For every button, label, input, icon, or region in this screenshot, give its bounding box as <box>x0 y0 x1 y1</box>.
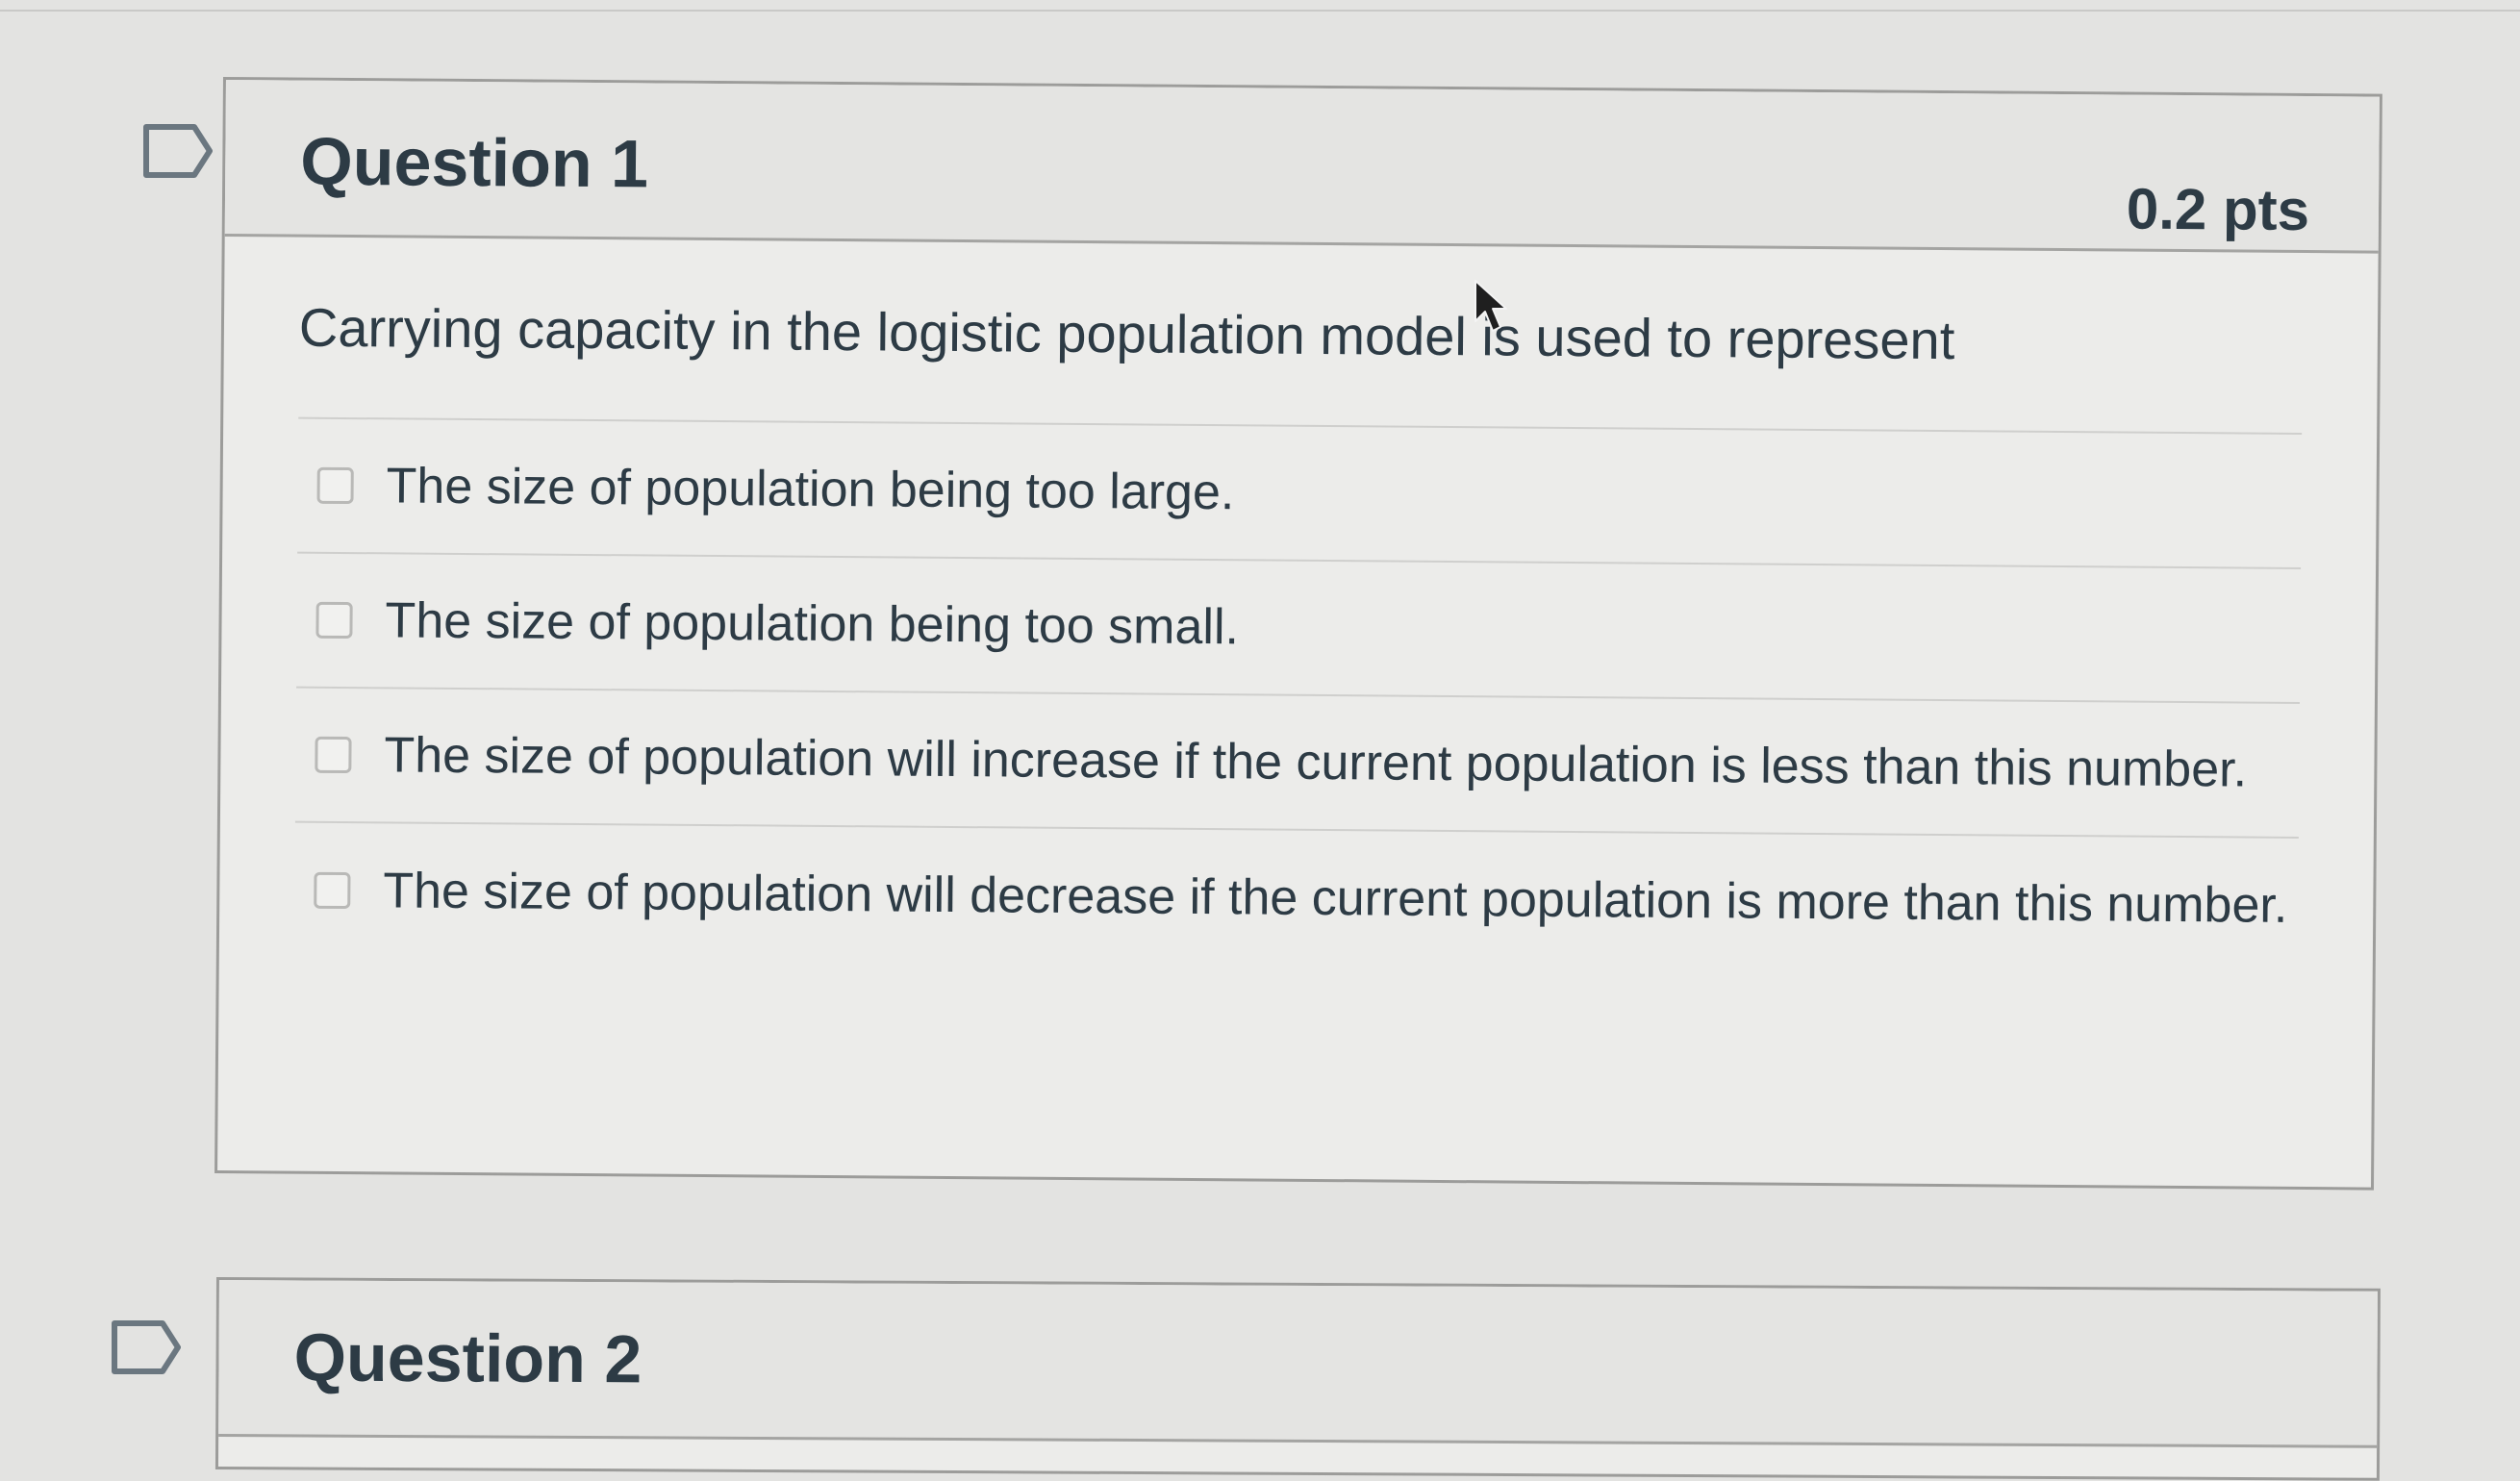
answer-checkbox[interactable] <box>314 871 351 910</box>
answer-checkbox[interactable] <box>315 736 352 774</box>
answer-label[interactable]: The size of population will increase if … <box>384 727 2247 799</box>
question-1-title: Question 1 <box>300 123 649 202</box>
answer-checkbox[interactable] <box>315 601 353 640</box>
question-2-card: Question 2 <box>214 1277 2381 1481</box>
page-top-divider <box>0 10 2520 12</box>
answer-label[interactable]: The size of population being too large. <box>386 458 1234 522</box>
question-1-card: Question 1 0.2 pts Carrying capacity in … <box>214 77 2382 1191</box>
question-2-title: Question 2 <box>293 1319 643 1397</box>
answer-option[interactable]: The size of population will increase if … <box>294 688 2300 840</box>
question-1-text: Carrying capacity in the logistic popula… <box>298 296 1955 371</box>
answer-label[interactable]: The size of population will decrease if … <box>383 863 2287 936</box>
answer-label[interactable]: The size of population being too small. <box>385 592 1239 657</box>
answer-list: The size of population being too large. … <box>293 416 2303 974</box>
answer-option[interactable]: The size of population will decrease if … <box>294 823 2299 973</box>
mouse-pointer-icon <box>1472 279 1510 337</box>
answer-option[interactable]: The size of population being too small. <box>296 553 2302 705</box>
answer-option[interactable]: The size of population being too large. <box>297 418 2303 570</box>
question-1-body: Carrying capacity in the logistic popula… <box>219 237 2379 974</box>
question-1-header: Question 1 0.2 pts <box>224 80 2380 254</box>
flag-question-1-icon[interactable] <box>142 123 213 178</box>
question-1-points: 0.2 pts <box>2126 176 2310 243</box>
answer-checkbox[interactable] <box>316 466 354 505</box>
question-2-header: Question 2 <box>218 1280 2378 1448</box>
flag-question-2-icon[interactable] <box>111 1319 181 1374</box>
